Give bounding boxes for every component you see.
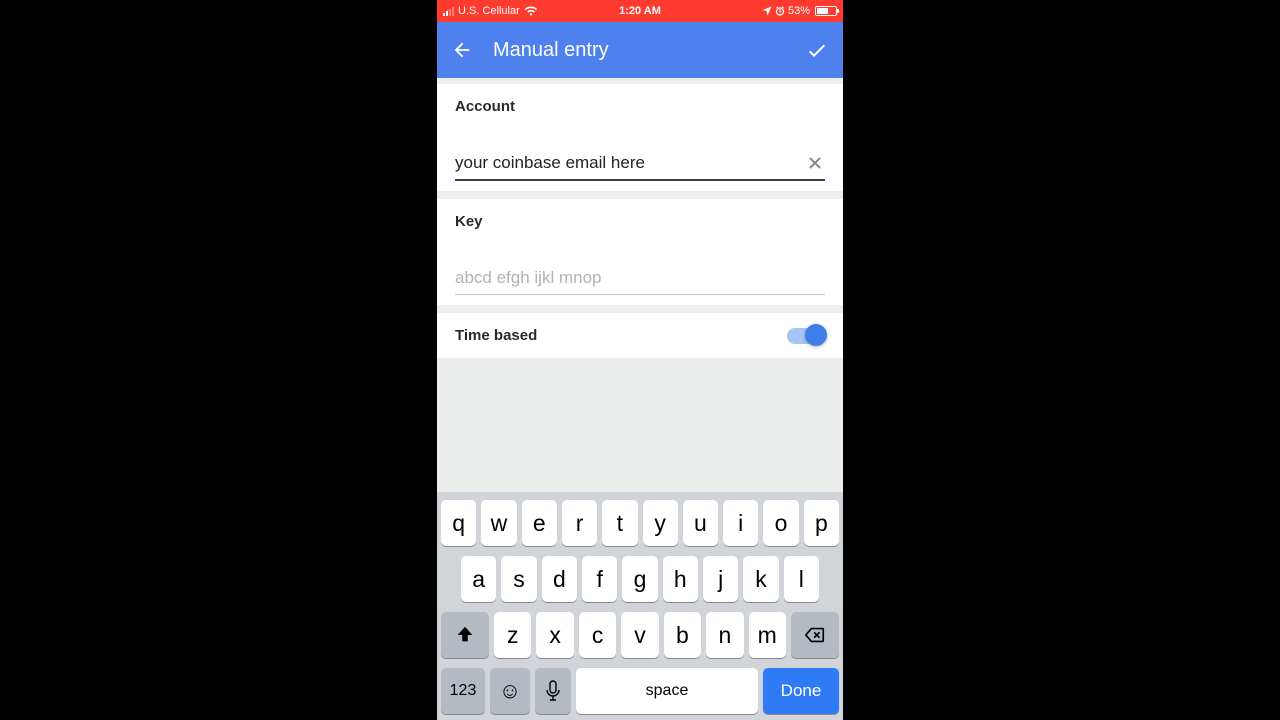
- key-w[interactable]: w: [481, 500, 516, 546]
- key-u[interactable]: u: [683, 500, 718, 546]
- key-h[interactable]: h: [663, 556, 698, 602]
- clock-label: 1:20 AM: [437, 5, 843, 17]
- account-input[interactable]: [455, 153, 805, 173]
- key-c[interactable]: c: [579, 612, 616, 658]
- space-key[interactable]: space: [576, 668, 758, 714]
- key-v[interactable]: v: [621, 612, 658, 658]
- time-based-label: Time based: [455, 327, 537, 344]
- key-j[interactable]: j: [703, 556, 738, 602]
- clear-icon[interactable]: [805, 153, 825, 173]
- key-m[interactable]: m: [749, 612, 786, 658]
- mic-key[interactable]: [535, 668, 571, 714]
- key-input[interactable]: [455, 268, 825, 288]
- key-e[interactable]: e: [522, 500, 557, 546]
- navbar: Manual entry: [437, 22, 843, 78]
- key-b[interactable]: b: [664, 612, 701, 658]
- confirm-check-icon[interactable]: [805, 38, 829, 62]
- key-n[interactable]: n: [706, 612, 743, 658]
- key-d[interactable]: d: [542, 556, 577, 602]
- key-i[interactable]: i: [723, 500, 758, 546]
- key-x[interactable]: x: [536, 612, 573, 658]
- key-y[interactable]: y: [643, 500, 678, 546]
- key-a[interactable]: a: [461, 556, 496, 602]
- key-t[interactable]: t: [602, 500, 637, 546]
- key-z[interactable]: z: [494, 612, 531, 658]
- done-key[interactable]: Done: [763, 668, 839, 714]
- key-k[interactable]: k: [743, 556, 778, 602]
- key-p[interactable]: p: [804, 500, 839, 546]
- page-title: Manual entry: [493, 39, 609, 62]
- phone-frame: U.S. Cellular 1:20 AM 53% Manual entry: [437, 0, 843, 720]
- key-o[interactable]: o: [763, 500, 798, 546]
- status-bar: U.S. Cellular 1:20 AM 53%: [437, 0, 843, 22]
- account-section: Account: [437, 84, 843, 191]
- key-l[interactable]: l: [784, 556, 819, 602]
- numbers-key[interactable]: 123: [441, 668, 485, 714]
- battery-icon: [815, 6, 837, 16]
- key-label: Key: [455, 213, 825, 230]
- shift-key[interactable]: [441, 612, 489, 658]
- key-section: Key: [437, 199, 843, 305]
- toggle-knob: [805, 324, 827, 346]
- account-label: Account: [455, 98, 825, 115]
- key-s[interactable]: s: [501, 556, 536, 602]
- key-r[interactable]: r: [562, 500, 597, 546]
- back-arrow-icon[interactable]: [451, 39, 473, 61]
- form-content: Account Key Time based: [437, 78, 843, 492]
- key-g[interactable]: g: [622, 556, 657, 602]
- key-f[interactable]: f: [582, 556, 617, 602]
- key-q[interactable]: q: [441, 500, 476, 546]
- key-field-row: [455, 268, 825, 295]
- account-field-row: [455, 153, 825, 181]
- emoji-key[interactable]: ☺: [490, 668, 530, 714]
- time-based-toggle[interactable]: [787, 328, 825, 344]
- keyboard: qwertyuiop asdfghjkl zxcvbnm 123 ☺ space…: [437, 492, 843, 720]
- backspace-key[interactable]: [791, 612, 839, 658]
- time-based-row: Time based: [437, 313, 843, 358]
